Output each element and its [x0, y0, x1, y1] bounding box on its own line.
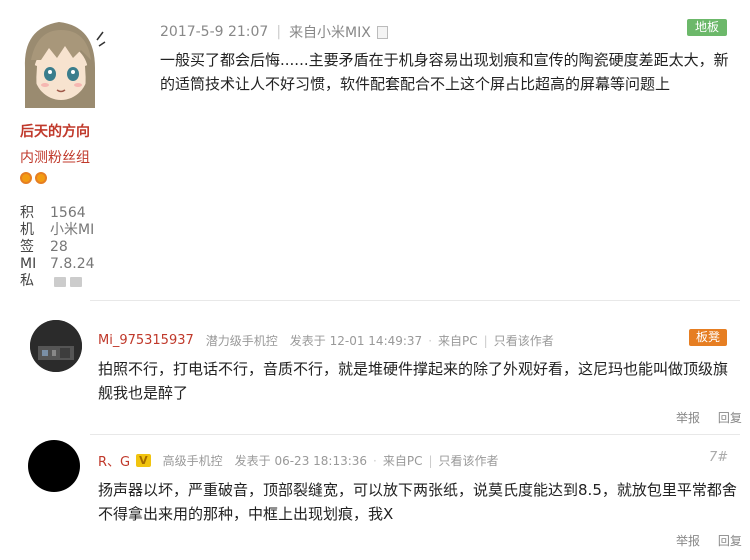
stat-key: 积	[20, 205, 34, 221]
user-stats: 积 1564 机 小米MI 签 28 MI 7.8.24 私	[20, 205, 95, 290]
post-username[interactable]: 后天的方向	[20, 121, 90, 141]
divider: |	[483, 333, 488, 348]
friend-icon[interactable]	[70, 277, 82, 287]
reply-meta: Mi_975315937 潜力级手机控 发表于 12-01 14:49:37 ·…	[98, 332, 554, 349]
avatar[interactable]	[15, 8, 107, 118]
floor-badge: 板凳	[689, 329, 727, 346]
user-level: 潜力级手机控	[205, 334, 278, 348]
stat-row: MI 7.8.24	[20, 256, 95, 273]
stat-row: 机 小米MI	[20, 222, 95, 239]
report-button[interactable]: 举报	[676, 534, 700, 548]
reply-source: 来自PC	[438, 334, 478, 348]
medal-list	[20, 172, 47, 184]
anime-girl-avatar-icon	[15, 8, 107, 118]
author-only-link[interactable]: 只看该作者	[494, 332, 554, 349]
reply-content: 扬声器以坏，严重破音，顶部裂缝宽，可以放下两张纸，说莫氏度能达到8.5，就放包里…	[98, 481, 737, 523]
divider: ·	[428, 333, 433, 348]
device-photo-avatar-icon	[30, 320, 82, 372]
post-source: 来自小米MIX	[289, 25, 371, 41]
reply-item: Mi_975315937 潜力级手机控 发表于 12-01 14:49:37 ·…	[0, 310, 750, 435]
reply-content: 拍照不行，打电话不行，音质不行，就是堆硬件撑起来的除了外观好看，这尼玛也能叫做顶…	[98, 360, 729, 402]
stat-value: 7.8.24	[50, 256, 95, 272]
reply-button[interactable]: 回复	[718, 411, 742, 425]
post-content: 一般买了都会后悔......主要矛盾在于机身容易出现划痕和宣传的陶瓷硬度差距太大…	[160, 51, 729, 93]
avatar[interactable]	[28, 440, 80, 492]
medal-icon[interactable]	[20, 172, 32, 184]
divider	[90, 434, 740, 435]
medal-icon[interactable]	[35, 172, 47, 184]
post-meta: 2017-5-9 21:07 | 来自小米MIX	[160, 22, 388, 42]
reply-username[interactable]: R、G	[98, 451, 130, 470]
reply-time: 发表于 06-23 18:13:36	[234, 454, 368, 468]
main-post: 后天的方向 内测粉丝组 积 1564 机 小米MI 签 28 MI 7.8.24…	[0, 0, 750, 300]
floor-number: 7#	[709, 450, 729, 465]
divider: ·	[373, 453, 377, 468]
divider: |	[276, 24, 282, 40]
reply-button[interactable]: 回复	[718, 534, 742, 548]
message-icon[interactable]	[54, 277, 66, 287]
reply-meta: R、G V 高级手机控 发表于 06-23 18:13:36 · 来自PC | …	[98, 451, 499, 471]
stat-row: 积 1564	[20, 205, 95, 222]
stat-value: 1564	[50, 205, 86, 221]
reply-actions: 举报 回复	[662, 532, 742, 549]
stat-key: 机	[20, 222, 34, 238]
document-icon[interactable]	[376, 25, 388, 39]
verified-icon: V	[136, 454, 151, 467]
reply-time: 发表于 12-01 14:49:37	[289, 334, 423, 348]
divider: |	[428, 453, 433, 468]
stat-row: 私	[20, 273, 95, 290]
reply-actions: 举报 回复	[662, 409, 742, 426]
stat-key: 签	[20, 239, 34, 255]
divider	[90, 300, 740, 301]
stat-value: 小米MI	[50, 222, 95, 238]
stat-value: 28	[50, 239, 68, 255]
stat-key: MI	[20, 256, 37, 272]
reply-source: 来自PC	[382, 454, 423, 468]
floor-badge: 地板	[687, 19, 727, 36]
user-group: 内测粉丝组	[20, 150, 90, 166]
avatar[interactable]	[30, 320, 82, 372]
post-datetime: 2017-5-9 21:07	[160, 24, 269, 40]
reply-username[interactable]: Mi_975315937	[98, 333, 194, 348]
author-only-link[interactable]: 只看该作者	[439, 452, 499, 469]
stat-key: 私	[20, 273, 34, 289]
stat-row: 签 28	[20, 239, 95, 256]
report-button[interactable]: 举报	[676, 411, 700, 425]
reply-item: R、G V 高级手机控 发表于 06-23 18:13:36 · 来自PC | …	[0, 440, 750, 560]
user-level: 高级手机控	[162, 454, 223, 468]
